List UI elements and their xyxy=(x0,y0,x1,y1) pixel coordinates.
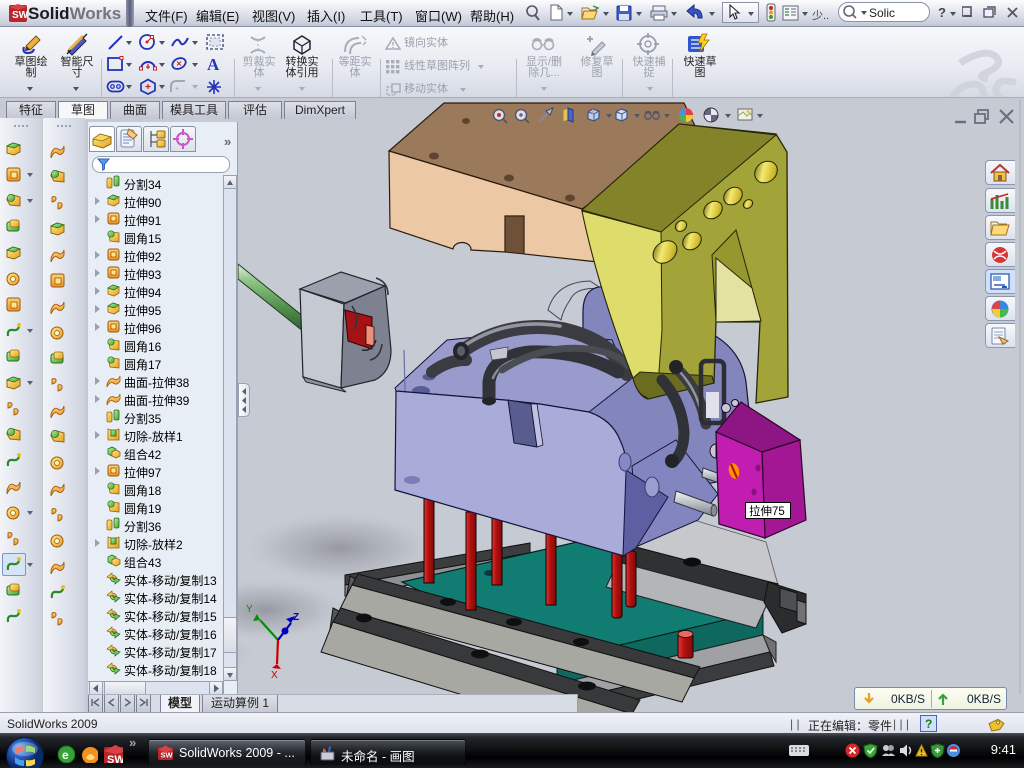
svg-text:e: e xyxy=(62,748,69,762)
svg-text:SW: SW xyxy=(107,754,123,763)
svg-text:X: X xyxy=(271,670,278,681)
svg-text:拉伸75: 拉伸75 xyxy=(749,504,785,518)
svg-text:A: A xyxy=(207,55,220,73)
svg-text:SW: SW xyxy=(12,10,29,21)
svg-text:Z: Z xyxy=(293,612,299,623)
svg-text:SW: SW xyxy=(161,751,174,760)
svg-text:Y: Y xyxy=(246,604,253,615)
